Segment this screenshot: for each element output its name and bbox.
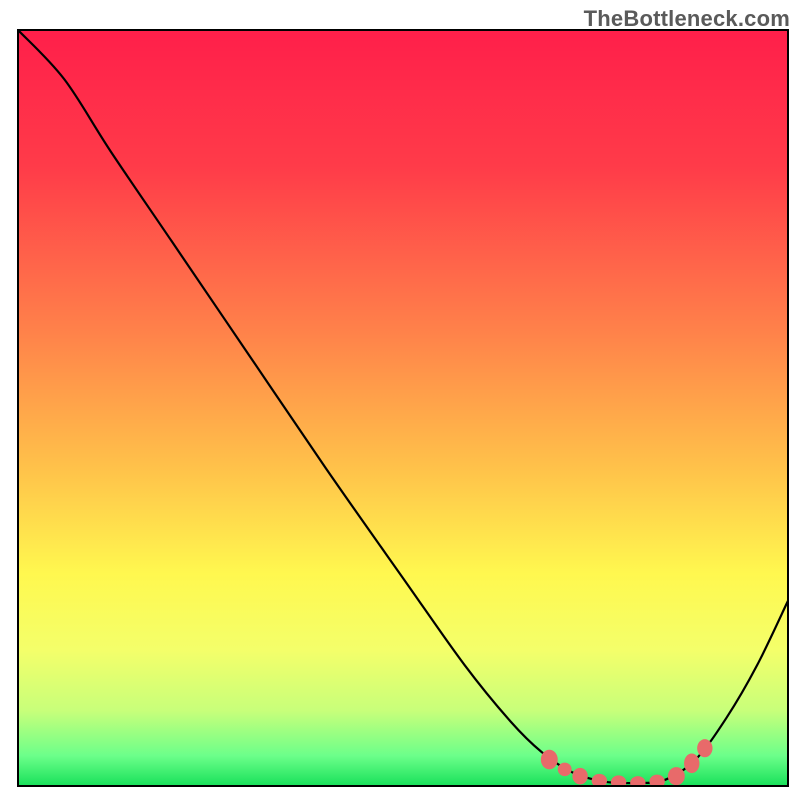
- marker-0: [541, 750, 558, 770]
- marker-2: [572, 768, 587, 785]
- marker-7: [668, 767, 685, 785]
- chart-wrapper: TheBottleneck.com: [0, 0, 800, 800]
- marker-9: [697, 739, 712, 757]
- marker-5: [630, 776, 645, 790]
- bottleneck-chart: [0, 0, 800, 800]
- marker-1: [558, 763, 572, 777]
- watermark-text: TheBottleneck.com: [584, 6, 790, 32]
- marker-8: [684, 753, 699, 773]
- gradient-background: [18, 30, 788, 786]
- plot-area: [18, 30, 788, 790]
